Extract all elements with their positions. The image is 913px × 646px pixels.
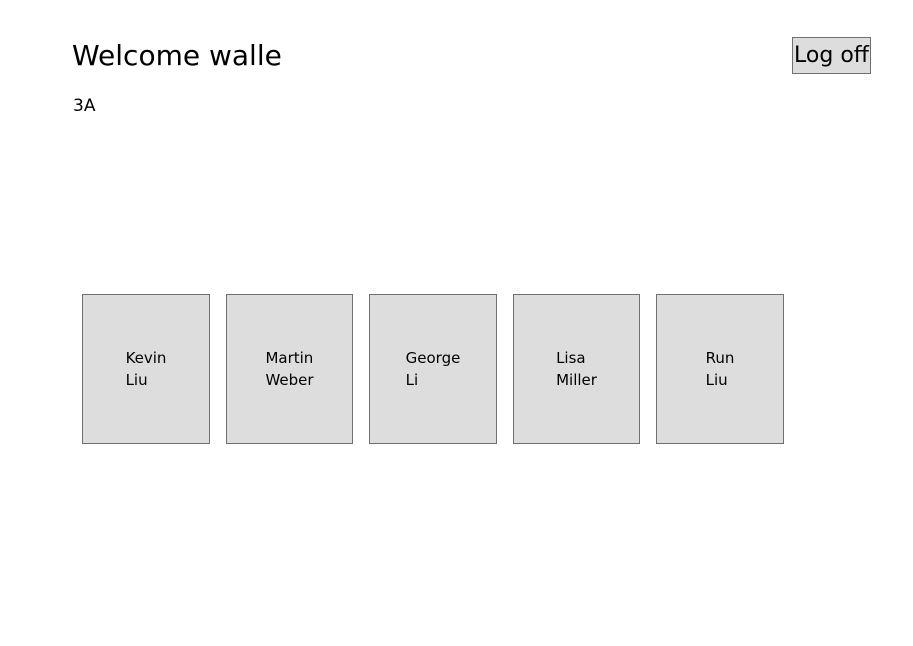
welcome-heading: Welcome walle [72,39,282,72]
student-tile-martin-weber[interactable]: Martin Weber [226,294,353,444]
page: Welcome walle 3A Log off Kevin Liu Marti… [0,0,913,646]
student-last-name: Weber [265,371,314,389]
student-name: Lisa Miller [556,347,597,391]
student-first-name: Martin [265,349,314,367]
student-last-name: Li [405,371,419,389]
student-first-name: Run [705,349,735,367]
student-first-name: George [405,349,461,367]
student-first-name: Kevin [125,349,167,367]
student-tile-george-li[interactable]: George Li [369,294,497,444]
student-name: Run Liu [706,347,735,391]
student-name: Martin Weber [265,347,313,391]
student-name: George Li [406,347,461,391]
student-tile-lisa-miller[interactable]: Lisa Miller [513,294,640,444]
student-last-name: Miller [556,371,597,389]
student-last-name: Liu [705,371,728,389]
log-off-button[interactable]: Log off [792,37,871,74]
student-last-name: Liu [125,371,148,389]
student-tile-run-liu[interactable]: Run Liu [656,294,784,444]
class-label: 3A [73,96,96,116]
student-name: Kevin Liu [126,347,167,391]
student-first-name: Lisa [556,349,586,367]
student-tile-kevin-liu[interactable]: Kevin Liu [82,294,210,444]
